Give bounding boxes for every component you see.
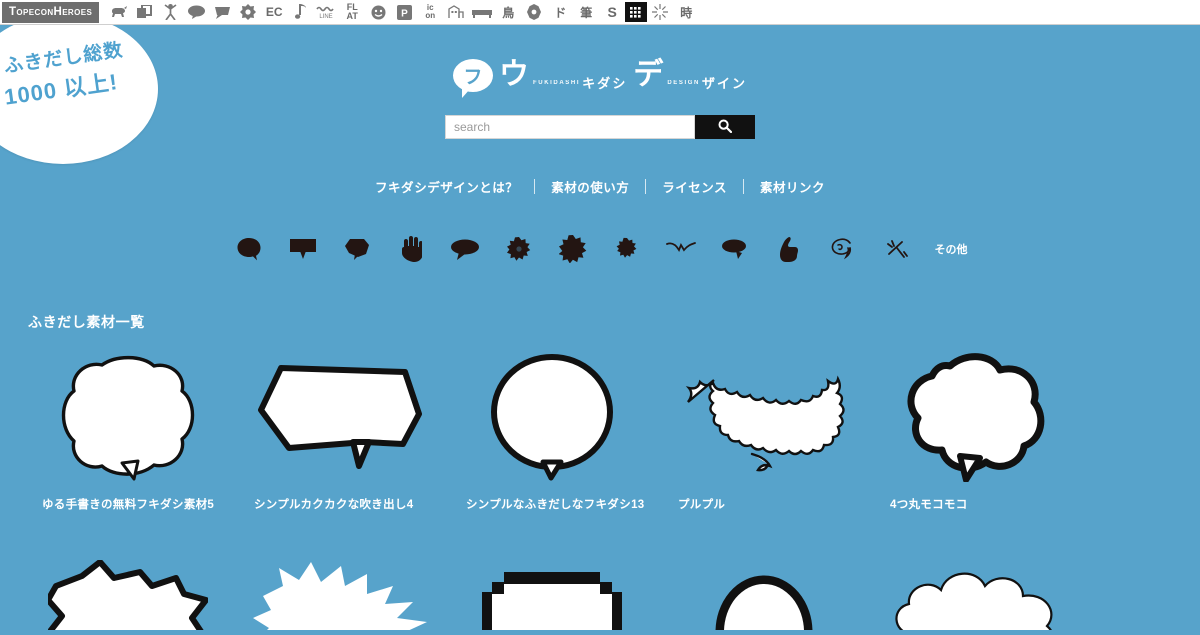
search-input[interactable] <box>445 115 695 139</box>
search-row <box>0 115 1200 139</box>
building-icon[interactable] <box>443 0 469 25</box>
category-rectangle-bubble[interactable] <box>276 229 330 269</box>
bubble-thumbnail-circle <box>446 352 658 482</box>
bubble-thumbnail-cloudy-hand <box>22 352 234 482</box>
logo-word-fukidashi: ウ FUKIDASHI キダシ <box>499 58 628 91</box>
site-header: フ ウ FUKIDASHI キダシ デ DESIGN ザイン フキダシデザインと… <box>0 25 1200 269</box>
logo-kana-sub2: ザイン <box>701 76 747 91</box>
category-other-text: その他 <box>934 244 968 256</box>
gallery-item-caption: 4つ丸モコモコ <box>890 499 968 511</box>
gallery-row-2 <box>0 540 1200 630</box>
nav-item-usage[interactable]: 素材の使い方 <box>535 177 645 196</box>
flower-icon[interactable] <box>235 0 261 25</box>
bubble-thumbnail-fourlobe <box>870 352 1082 482</box>
main-nav: フキダシデザインとは？ 素材の使い方 ライセンス 素材リンク <box>0 177 1200 196</box>
parking-icon[interactable]: P <box>391 0 417 25</box>
bubble-thumbnail-wavy <box>658 352 870 482</box>
bubble-thumbnail-pixel <box>446 560 658 630</box>
icon-icon[interactable]: ic on <box>417 0 443 25</box>
bubble-thumbnail-fuzzy <box>658 560 870 630</box>
category-round-bubble[interactable] <box>222 229 276 269</box>
top-toolbar: TopeconHeroes EC LINE FL AT P ic on 鳥 ド … <box>0 0 1200 25</box>
sparkle-icon[interactable] <box>647 0 673 25</box>
nav-item-links[interactable]: 素材リンク <box>744 177 841 196</box>
music-note-icon[interactable] <box>287 0 313 25</box>
gallery-section-title: ふきだし素材一覧 <box>28 314 145 330</box>
category-effect-bubble[interactable] <box>870 229 924 269</box>
gallery-item-caption: ゆる手書きの無料フキダシ素材5 <box>42 499 215 511</box>
search-button[interactable] <box>695 115 755 139</box>
brand-badge[interactable]: TopeconHeroes <box>2 1 100 23</box>
line-icon[interactable]: LINE <box>313 0 339 25</box>
gallery-item[interactable] <box>658 540 870 630</box>
category-oval-bubble[interactable] <box>438 229 492 269</box>
speech-bubble-icon[interactable] <box>183 0 209 25</box>
site-logo[interactable]: フ ウ FUKIDASHI キダシ デ DESIGN ザイン <box>0 49 1200 101</box>
brush-kanji-icon[interactable]: 筆 <box>573 0 599 25</box>
svg-text:LINE: LINE <box>320 14 333 20</box>
s-letter-icon[interactable]: S <box>599 0 625 25</box>
flag-bubble-icon[interactable] <box>209 0 235 25</box>
gallery-item[interactable]: シンプルカクカクな吹き出し4 <box>234 332 446 512</box>
bubble-thumbnail-spiky <box>22 560 234 630</box>
logo-kana-big: ウ <box>499 58 531 91</box>
person-icon[interactable] <box>157 0 183 25</box>
category-hand-bubble[interactable] <box>384 229 438 269</box>
gallery-item-caption: シンプルなふきだしなフキダシ13 <box>466 499 645 511</box>
search-form <box>445 115 755 139</box>
gallery-item-caption: プルプル <box>678 499 726 511</box>
svg-text:P: P <box>401 8 408 19</box>
category-polygon-bubble[interactable] <box>330 229 384 269</box>
logo-romaji-left: FUKIDASHI <box>533 80 581 86</box>
category-big-burst-bubble[interactable] <box>546 229 600 269</box>
gallery-item[interactable]: シンプルなふきだしなフキダシ13 <box>446 332 658 512</box>
gallery-item[interactable]: 4つ丸モコモコ <box>870 332 1082 512</box>
search-icon <box>718 119 733 136</box>
gallery-row-1: ゆる手書きの無料フキダシ素材5 シンプルカクカクな吹き出し4 シンプルなふきだし… <box>0 332 1200 512</box>
sheep-icon[interactable] <box>105 0 131 25</box>
bubble-thumbnail-angular <box>234 352 446 482</box>
corner-badge-text: ふきだし総数 1000 以上! <box>3 38 130 112</box>
grid-icon[interactable] <box>625 2 648 22</box>
nav-item-license[interactable]: ライセンス <box>646 177 743 196</box>
gallery-item[interactable] <box>22 540 234 630</box>
category-thought-bubble[interactable] <box>708 229 762 269</box>
gallery-item[interactable] <box>870 540 1082 630</box>
logo-romaji-right: DESIGN <box>667 80 700 86</box>
smiley-icon[interactable] <box>365 0 391 25</box>
katakana-do-icon[interactable]: ド <box>547 0 573 25</box>
sofa-icon[interactable] <box>469 0 495 25</box>
category-fluffy-bubble[interactable] <box>600 229 654 269</box>
logo-bubble-icon: フ <box>453 58 494 98</box>
nav-item-about[interactable]: フキダシデザインとは？ <box>359 177 534 196</box>
category-thumbs-up-bubble[interactable] <box>762 229 816 269</box>
logo-mark: フ <box>463 66 483 88</box>
gallery-item[interactable] <box>234 540 446 630</box>
category-other-label[interactable]: その他 <box>924 229 978 269</box>
category-small-burst-bubble[interactable] <box>492 229 546 269</box>
copy-icon[interactable] <box>131 0 157 25</box>
gallery-item[interactable]: ゆる手書きの無料フキダシ素材5 <box>22 332 234 512</box>
flat-icon[interactable]: FL AT <box>339 0 365 25</box>
ec-icon[interactable]: EC <box>261 0 287 25</box>
bubble-thumbnail-starburst <box>234 560 446 630</box>
gem-icon[interactable] <box>521 0 547 25</box>
logo-kana-big2: デ <box>633 58 665 91</box>
category-icon-row: その他 <box>0 229 1200 269</box>
category-handwritten-bubble[interactable] <box>816 229 870 269</box>
gallery-item[interactable]: プルプル <box>658 332 870 512</box>
bubble-thumbnail-cloud <box>870 560 1082 630</box>
gallery-item[interactable] <box>446 540 658 630</box>
logo-word-design: デ DESIGN ザイン <box>633 58 747 91</box>
bird-kanji-icon[interactable]: 鳥 <box>495 0 521 25</box>
gallery-item-caption: シンプルカクカクな吹き出し4 <box>254 499 414 511</box>
category-line-bubble[interactable] <box>654 229 708 269</box>
logo-kana-sub: キダシ <box>582 76 628 91</box>
time-kanji-icon[interactable]: 時 <box>673 0 699 25</box>
